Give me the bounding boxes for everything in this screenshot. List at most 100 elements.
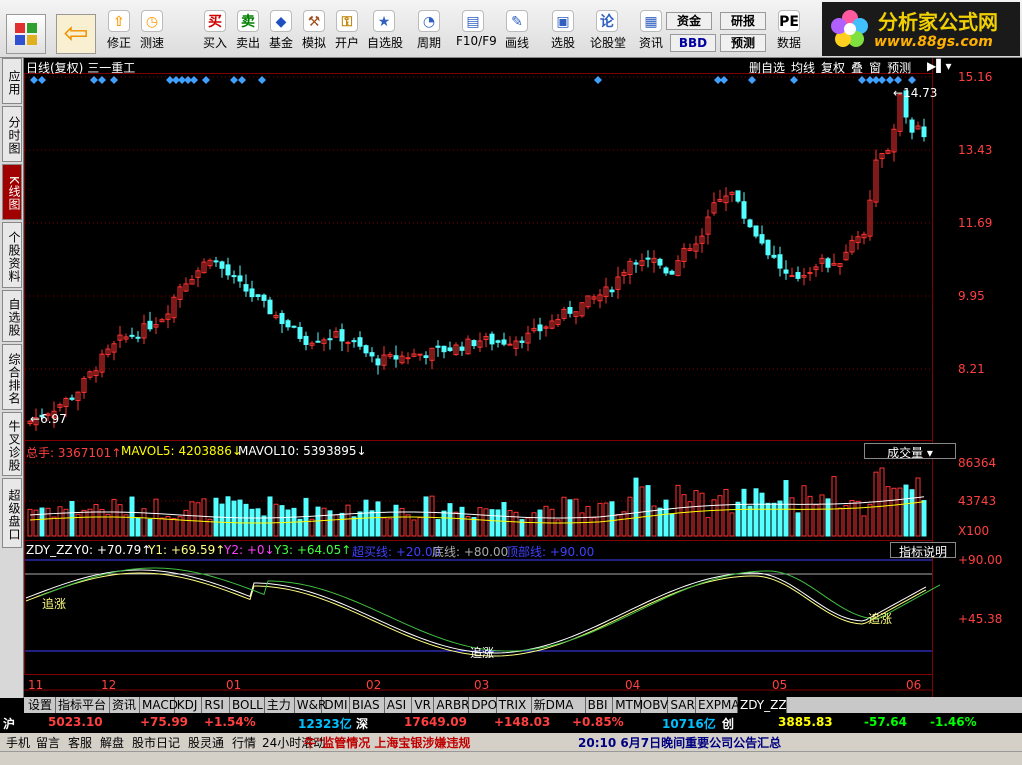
hammer-button[interactable]: ⚒ 模拟 — [297, 8, 331, 56]
menu-grid-icon[interactable] — [6, 14, 46, 54]
status-item[interactable]: 客服 — [68, 734, 92, 751]
pe-button[interactable]: PE 数据 — [772, 8, 806, 56]
side-tab-6[interactable]: 牛叉诊股 — [2, 412, 22, 476]
side-tab-4[interactable]: 自选股 — [2, 290, 22, 342]
chart-area[interactable]: 日线(复权) 三一重工 删自选 均线 复权叠窗预测 ▶▌▾ ←14.73 ←6.97… — [24, 58, 1022, 698]
stopwatch-button[interactable]: ◷ 测速 — [135, 8, 169, 56]
stopwatch-icon: ◷ — [141, 10, 163, 32]
side-tab-3[interactable]: 个股资料 — [2, 222, 22, 288]
candle — [357, 337, 363, 347]
lock-button[interactable]: ⚿ 开户 — [330, 8, 364, 56]
up-arrow-button[interactable]: ⇧ 修正 — [102, 8, 136, 56]
signal-diamond — [190, 76, 198, 84]
header-button-2[interactable]: 复权 — [821, 61, 845, 75]
candle — [609, 289, 615, 293]
candle — [435, 345, 441, 348]
candle — [633, 262, 639, 265]
news-button[interactable]: ▦ 资讯 — [634, 8, 668, 56]
bottom-tab-6[interactable]: BOLL — [230, 697, 265, 713]
forecast-button[interactable]: 预测 — [720, 34, 766, 52]
side-tab-1[interactable]: 分时图 — [2, 106, 22, 162]
bottom-tab-19[interactable]: OBV — [641, 697, 669, 713]
flower-logo-icon — [831, 10, 868, 47]
bottom-tab-11[interactable]: ASI — [385, 697, 413, 713]
indicator-help-button[interactable]: 指标说明 — [890, 542, 956, 559]
status-item[interactable]: 股灵通 — [188, 734, 224, 751]
star-button[interactable]: ★ 自选股 — [367, 8, 403, 56]
monitor-button[interactable]: ▣ 选股 — [546, 8, 580, 56]
bbd-button[interactable]: BBD — [670, 34, 716, 52]
volume-bar — [93, 503, 99, 537]
bottom-tab-1[interactable]: 指标平台 — [56, 697, 110, 713]
bottom-tabs: 设置 指标平台 资讯 MACD KDJ RSI BOLL 主力 W&R DMI BIAS ASI VR A… — [24, 697, 1022, 713]
volume-bar — [783, 480, 789, 537]
bottom-tab-3[interactable]: MACD — [140, 697, 178, 713]
volume-bar — [483, 508, 489, 537]
side-tab-7[interactable]: 超级盘口 — [2, 478, 22, 548]
header-button-1[interactable]: 均线 — [791, 61, 815, 75]
indicator-tick: +45.38 — [958, 612, 1003, 626]
volume-bar — [747, 505, 753, 537]
news-ticker-1[interactable]: 牛"监管情况 上海宝银涉嫌违规 — [304, 734, 470, 751]
bottom-tab-8[interactable]: W&R — [295, 697, 326, 713]
candle — [219, 261, 225, 269]
bottom-tab-5[interactable]: RSI — [202, 697, 230, 713]
bottom-tab-17[interactable]: BBI — [586, 697, 614, 713]
side-tab-0[interactable]: 应用 — [2, 58, 22, 104]
sell-button[interactable]: 卖卖出 — [231, 8, 265, 56]
bottom-tab-16[interactable]: 新DMA — [532, 697, 586, 713]
collapse-arrow-icon[interactable]: ▶▌▾ — [927, 59, 951, 73]
capital-button[interactable]: 资金 — [666, 12, 712, 30]
sz-amount: 10716亿 — [662, 717, 716, 731]
volume-bar — [669, 513, 675, 537]
bottom-tab-2[interactable]: 资讯 — [110, 697, 140, 713]
bottom-tab-15[interactable]: TRIX — [497, 697, 532, 713]
status-item[interactable]: 股市日记 — [132, 734, 180, 751]
report-button[interactable]: 研报 — [720, 12, 766, 30]
bottom-tab-22[interactable]: ZDY_ZZ — [738, 697, 788, 713]
volume-bar — [255, 508, 261, 537]
candle — [495, 340, 501, 343]
clock-button[interactable]: ◔ 周期 — [412, 8, 446, 56]
volume-bar — [513, 511, 519, 537]
bottom-tab-20[interactable]: SAR — [668, 697, 696, 713]
volume-bar — [87, 508, 93, 537]
status-item[interactable]: 留言 — [36, 734, 60, 751]
fund-button[interactable]: ◆ 基金 — [264, 8, 298, 56]
candle — [261, 294, 267, 301]
header-button-5[interactable]: 预测 — [887, 61, 911, 75]
back-arrow-icon[interactable]: ⇦ — [56, 14, 96, 54]
mavol5-value: MAVOL5: 4203886↓ — [121, 444, 242, 458]
candle — [291, 325, 297, 328]
volume-dropdown[interactable]: 成交量 ▾ — [864, 443, 956, 460]
candle — [669, 270, 675, 275]
bottom-tab-10[interactable]: BIAS — [350, 697, 385, 713]
pen-button[interactable]: ✎ 画线 — [500, 8, 534, 56]
header-button-0[interactable]: 删自选 — [749, 61, 785, 75]
f10-button[interactable]: ▤ F10/F9 — [456, 8, 497, 56]
bottom-tab-14[interactable]: DPO — [469, 697, 497, 713]
status-item[interactable]: 手机 — [6, 734, 30, 751]
candle — [507, 343, 513, 346]
volume-bar — [885, 486, 891, 537]
header-button-4[interactable]: 窗 — [869, 61, 881, 75]
volume-tick: 86364 — [958, 456, 997, 470]
volume-bar — [759, 492, 765, 537]
bottom-tab-12[interactable]: VR — [412, 697, 435, 713]
status-item[interactable]: 解盘 — [100, 734, 124, 751]
bottom-tab-13[interactable]: ARBR — [434, 697, 470, 713]
forum-button[interactable]: 论论股堂 — [590, 8, 626, 56]
bottom-tab-0[interactable]: 设置 — [26, 697, 56, 713]
side-tab-5[interactable]: 综合排名 — [2, 344, 22, 410]
bottom-tab-18[interactable]: MTM — [613, 697, 643, 713]
bottom-tab-9[interactable]: DMI — [322, 697, 350, 713]
status-item[interactable]: 行情 — [232, 734, 256, 751]
bottom-tab-7[interactable]: 主力 — [265, 697, 295, 713]
header-button-3[interactable]: 叠 — [851, 61, 863, 75]
bottom-tab-21[interactable]: EXPMA — [696, 697, 740, 713]
side-tab-2[interactable]: K线图 — [2, 164, 22, 220]
bottom-tab-4[interactable]: KDJ — [175, 697, 203, 713]
news-ticker-2[interactable]: 20:10 6月7日晚间重要公司公告汇总 — [578, 734, 781, 751]
buy-button[interactable]: 买买入 — [198, 8, 232, 56]
signal-diamond — [858, 76, 866, 84]
